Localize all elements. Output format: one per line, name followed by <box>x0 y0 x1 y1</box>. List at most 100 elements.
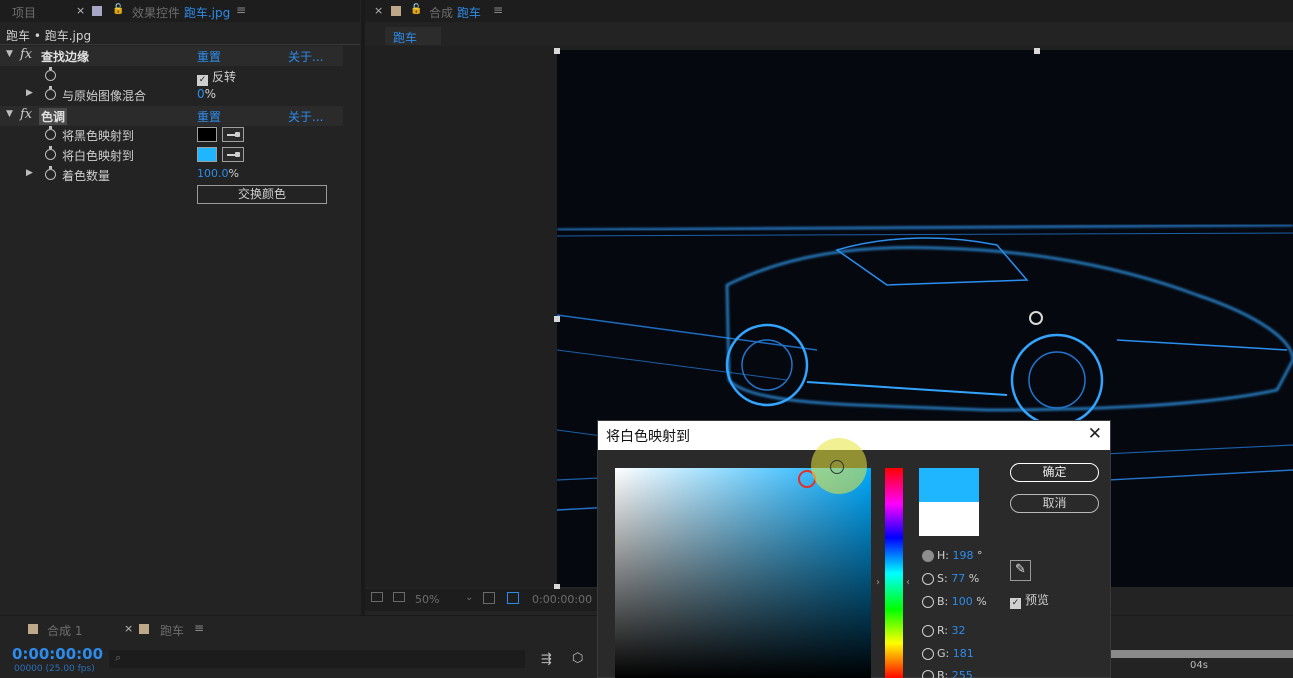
saturation-radio[interactable] <box>922 573 934 585</box>
expand-triangle-icon[interactable]: ▼ <box>6 109 13 119</box>
red-field-label: R: <box>937 624 949 637</box>
red-field[interactable]: R: 32 <box>937 624 966 637</box>
find-edges-about-link[interactable]: 关于... <box>288 48 323 65</box>
panel-menu-icon[interactable]: ≡ <box>194 621 204 635</box>
effect-find-edges-name: 查找边缘 <box>41 50 90 64</box>
timeline-search-input[interactable]: ⌕ <box>109 650 525 668</box>
stopwatch-icon[interactable] <box>45 67 56 81</box>
expand-triangle-icon[interactable]: ▶ <box>26 168 33 178</box>
stopwatch-icon[interactable] <box>45 146 56 160</box>
brightness-field-value[interactable]: 100 <box>952 595 973 608</box>
stopwatch-icon[interactable] <box>45 126 56 140</box>
blend-unit: % <box>204 87 217 101</box>
eyedropper-button[interactable]: ✎ <box>1010 560 1031 581</box>
timeline-ruler-label: 04s <box>1190 660 1208 671</box>
selection-handle[interactable] <box>554 316 560 322</box>
amount-value-number[interactable]: 100.0 <box>197 167 229 180</box>
cancel-button[interactable]: 取消 <box>1010 494 1099 513</box>
blue-field-label: B: <box>937 669 949 678</box>
amount-label: 着色数量 <box>62 169 111 183</box>
dialog-title: 将白色映射到 <box>606 429 690 445</box>
brightness-radio[interactable] <box>922 596 934 608</box>
comp-panel-tabbar: × 🔓 合成 跑车 ≡ <box>365 0 1293 22</box>
checkbox-icon[interactable]: ✓ <box>1010 598 1021 609</box>
original-color-preview[interactable] <box>919 502 979 536</box>
composition-flowchart-icon[interactable]: ⇶ <box>541 652 552 667</box>
stopwatch-icon[interactable] <box>45 86 56 100</box>
red-field-value[interactable]: 32 <box>952 624 966 637</box>
tint-map-white-row: 将白色映射到 <box>0 145 343 165</box>
snapshot-icon[interactable] <box>371 592 383 602</box>
close-icon[interactable]: × <box>374 4 383 17</box>
green-field-value[interactable]: 181 <box>953 647 974 660</box>
tab-composition-1[interactable]: 合成 1 <box>47 622 82 639</box>
timeline-timecode[interactable]: 0:00:00:00 <box>12 645 103 663</box>
effect-find-edges-header[interactable]: ▼ fx 查找边缘 重置 关于... <box>0 46 343 66</box>
blend-value[interactable]: 0% <box>197 87 216 101</box>
viewer-timecode[interactable]: 0:00:00:00 <box>532 593 592 606</box>
hue-slider-arrow-left[interactable]: › <box>876 577 880 588</box>
draft-3d-icon[interactable]: ⬡ <box>572 651 583 666</box>
mouse-cursor-ring <box>830 460 844 474</box>
hue-radio[interactable] <box>922 550 934 562</box>
fx-icon[interactable]: fx <box>20 47 32 62</box>
stopwatch-icon[interactable] <box>45 166 56 180</box>
close-icon[interactable]: × <box>124 622 133 635</box>
invert-checkbox[interactable]: ✓ 反转 <box>197 68 236 86</box>
expand-triangle-icon[interactable]: ▶ <box>26 88 33 98</box>
brightness-field[interactable]: B: 100 % <box>937 595 987 608</box>
expand-triangle-icon[interactable]: ▼ <box>6 49 13 59</box>
red-radio[interactable] <box>922 625 934 637</box>
monitor-icon[interactable] <box>393 592 405 602</box>
hue-slider-arrow-right[interactable]: ‹ <box>906 577 910 588</box>
ok-button[interactable]: 确定 <box>1010 463 1099 482</box>
region-icon[interactable] <box>483 592 495 604</box>
hue-field[interactable]: H: 198 ° <box>937 549 982 562</box>
amount-value[interactable]: 100.0% <box>197 167 239 180</box>
chevron-down-icon[interactable]: ⌄ <box>465 592 473 603</box>
green-radio[interactable] <box>922 648 934 660</box>
close-icon[interactable]: ✕ <box>1088 424 1102 444</box>
eyedropper-icon[interactable] <box>222 127 244 142</box>
find-edges-reset-link[interactable]: 重置 <box>197 48 221 65</box>
close-icon[interactable]: × <box>76 4 85 17</box>
effect-tint-header[interactable]: ▼ fx 色调 重置 关于... <box>0 106 343 126</box>
selection-handle[interactable] <box>1034 48 1040 54</box>
comp-subtab[interactable]: 跑车 <box>385 27 441 45</box>
panel-menu-icon[interactable]: ≡ <box>493 3 503 17</box>
preview-checkbox[interactable]: ✓ 预览 <box>1010 591 1049 609</box>
grid-icon[interactable] <box>507 592 519 604</box>
saturation-field[interactable]: S: 77 % <box>937 572 979 585</box>
blue-radio[interactable] <box>922 670 934 678</box>
saturation-field-value[interactable]: 77 <box>951 572 965 585</box>
eyedropper-icon[interactable] <box>222 147 244 162</box>
tab-project[interactable]: 项目 <box>12 4 36 21</box>
anchor-point-icon[interactable] <box>1029 311 1043 325</box>
tint-reset-link[interactable]: 重置 <box>197 108 221 125</box>
find-edges-invert-row: ✓ 反转 <box>0 66 343 86</box>
fx-icon[interactable]: fx <box>20 107 32 122</box>
hue-slider[interactable] <box>885 468 903 678</box>
tab-composition[interactable]: 合成 跑车 <box>429 4 481 21</box>
zoom-select[interactable]: 50% <box>415 593 439 606</box>
panel-color-swatch <box>391 6 401 16</box>
blue-field[interactable]: B: 255 <box>937 669 973 678</box>
hue-field-value[interactable]: 198 <box>952 549 973 562</box>
hue-field-unit: ° <box>976 549 983 562</box>
saturation-brightness-field[interactable] <box>615 468 871 678</box>
blue-field-value[interactable]: 255 <box>952 669 973 678</box>
timeline-ruler[interactable] <box>1111 650 1293 658</box>
hue-field-label: H: <box>937 549 949 562</box>
blend-value-number[interactable]: 0 <box>197 87 205 101</box>
tint-about-link[interactable]: 关于... <box>288 108 323 125</box>
panel-menu-icon[interactable]: ≡ <box>236 3 246 17</box>
swap-colors-button[interactable]: 交换颜色 <box>197 185 327 204</box>
tab-effect-controls[interactable]: 效果控件 跑车.jpg <box>132 4 230 21</box>
tab-timeline-car[interactable]: 跑车 <box>160 622 184 639</box>
lock-icon[interactable]: 🔓 <box>410 4 422 15</box>
lock-icon[interactable]: 🔓 <box>112 4 124 15</box>
selection-handle[interactable] <box>554 48 560 54</box>
green-field[interactable]: G: 181 <box>937 647 974 660</box>
map-black-color-swatch[interactable] <box>197 127 217 142</box>
map-white-color-swatch[interactable] <box>197 147 217 162</box>
